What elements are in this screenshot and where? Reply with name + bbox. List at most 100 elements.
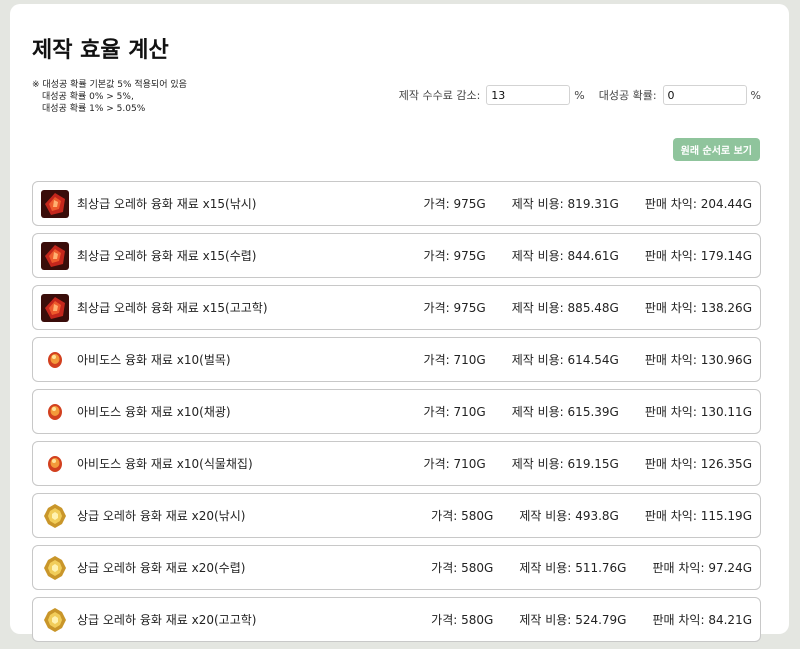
item-cost: 제작 비용: 614.54G xyxy=(512,351,619,368)
craft-item-row[interactable]: 최상급 오레하 융화 재료 x15(낚시) 가격: 975G 제작 비용: 819.… xyxy=(32,181,761,226)
craft-item-row[interactable]: 상급 오레하 융화 재료 x20(낚시) 가격: 580G 제작 비용: 493.8… xyxy=(32,493,761,538)
item-price: 가격: 580G xyxy=(431,559,493,576)
item-cost: 제작 비용: 819.31G xyxy=(512,195,619,212)
item-cost: 제작 비용: 615.39G xyxy=(512,403,619,420)
item-profit: 판매 차익: 97.24G xyxy=(652,559,752,576)
price-value: 580G xyxy=(461,613,494,627)
item-price: 가격: 580G xyxy=(431,611,493,628)
note-line: ※ 대성공 확률 기본값 5% 적용되어 있음 xyxy=(32,80,187,90)
item-profit: 판매 차익: 179.14G xyxy=(645,247,752,264)
red-fusion-icon xyxy=(41,241,69,270)
abidos-fusion-icon xyxy=(41,346,69,374)
item-name: 최상급 오레하 융화 재료 x15(고고학) xyxy=(77,301,268,315)
item-price: 가격: 710G xyxy=(424,351,486,368)
price-label: 가격: xyxy=(423,457,450,471)
cost-label: 제작 비용: xyxy=(511,353,564,367)
fee-reduction-input[interactable] xyxy=(486,85,571,105)
profit-label: 판매 차익: xyxy=(644,405,697,419)
price-value: 580G xyxy=(461,561,494,575)
profit-label: 판매 차익: xyxy=(644,457,697,471)
profit-label: 판매 차익: xyxy=(644,353,697,367)
craft-item-row[interactable]: 아비도스 융화 재료 x10(벌목) 가격: 710G 제작 비용: 614.54G… xyxy=(32,337,761,382)
item-profit: 판매 차익: 115.19G xyxy=(645,507,752,524)
item-profit: 판매 차익: 204.44G xyxy=(645,195,752,212)
cost-label: 제작 비용: xyxy=(519,509,572,523)
red-fusion-icon xyxy=(41,293,69,322)
item-name: 상급 오레하 융화 재료 x20(낚시) xyxy=(77,509,246,523)
price-value: 710G xyxy=(453,457,486,471)
item-name: 아비도스 융화 재료 x10(벌목) xyxy=(77,353,231,367)
item-cost: 제작 비용: 619.15G xyxy=(512,455,619,472)
main-panel: 제작 효율 계산 ※ 대성공 확률 기본값 5% 적용되어 있음 대성공 확률 … xyxy=(10,4,789,642)
price-label: 가격: xyxy=(423,405,450,419)
price-value: 975G xyxy=(453,249,486,263)
item-name: 상급 오레하 융화 재료 x20(수렵) xyxy=(77,561,246,575)
item-profit: 판매 차익: 84.21G xyxy=(652,611,752,628)
item-price: 가격: 975G xyxy=(424,299,486,316)
cost-label: 제작 비용: xyxy=(511,457,564,471)
craft-item-row[interactable]: 최상급 오레하 융화 재료 x15(고고학) 가격: 975G 제작 비용: 885… xyxy=(32,285,761,330)
page-title: 제작 효율 계산 xyxy=(32,38,169,63)
fee-label: 제작 수수료 감소: xyxy=(398,89,481,102)
item-profit: 판매 차익: 138.26G xyxy=(645,299,752,316)
item-cost: 제작 비용: 511.76G xyxy=(519,559,626,576)
cost-value: 614.54G xyxy=(567,353,619,367)
profit-value: 179.14G xyxy=(700,249,752,263)
craft-item-row[interactable]: 상급 오레하 융화 재료 x20(수렵) 가격: 580G 제작 비용: 511.7… xyxy=(32,545,761,590)
price-label: 가격: xyxy=(431,613,458,627)
craft-item-row[interactable]: 아비도스 융화 재료 x10(채광) 가격: 710G 제작 비용: 615.39G… xyxy=(32,389,761,434)
item-profit: 판매 차익: 130.11G xyxy=(645,403,752,420)
profit-value: 84.21G xyxy=(708,613,752,627)
price-value: 710G xyxy=(453,353,486,367)
crit-note: ※ 대성공 확률 기본값 5% 적용되어 있음 대성공 확률 0% > 5%, … xyxy=(32,79,187,115)
cost-label: 제작 비용: xyxy=(511,197,564,211)
cost-value: 524.79G xyxy=(575,613,627,627)
item-name: 최상급 오레하 융화 재료 x15(낚시) xyxy=(77,197,257,211)
gold-fusion-icon xyxy=(41,502,69,530)
profit-value: 126.35G xyxy=(700,457,752,471)
cost-value: 511.76G xyxy=(575,561,627,575)
gold-fusion-icon xyxy=(41,606,69,634)
price-label: 가격: xyxy=(423,301,450,315)
cost-label: 제작 비용: xyxy=(519,561,572,575)
cost-label: 제작 비용: xyxy=(511,249,564,263)
item-name: 최상급 오레하 융화 재료 x15(수렵) xyxy=(77,249,257,263)
profit-label: 판매 차익: xyxy=(644,301,697,315)
item-cost: 제작 비용: 844.61G xyxy=(512,247,619,264)
profit-label: 판매 차익: xyxy=(644,509,697,523)
craft-list: 최상급 오레하 융화 재료 x15(낚시) 가격: 975G 제작 비용: 819.… xyxy=(32,181,761,649)
item-name: 상급 오레하 융화 재료 x20(고고학) xyxy=(77,613,257,627)
price-value: 580G xyxy=(461,509,494,523)
item-cost: 제작 비용: 524.79G xyxy=(519,611,626,628)
crit-rate-input[interactable] xyxy=(662,85,747,105)
price-value: 710G xyxy=(453,405,486,419)
profit-value: 97.24G xyxy=(708,561,752,575)
item-cost: 제작 비용: 493.8G xyxy=(519,507,619,524)
profit-value: 204.44G xyxy=(700,197,752,211)
price-label: 가격: xyxy=(431,509,458,523)
red-fusion-icon xyxy=(41,189,69,218)
price-value: 975G xyxy=(453,301,486,315)
profit-value: 138.26G xyxy=(700,301,752,315)
cost-value: 819.31G xyxy=(567,197,619,211)
crit-label: 대성공 확률: xyxy=(598,89,657,102)
profit-label: 판매 차익: xyxy=(644,197,697,211)
item-price: 가격: 975G xyxy=(424,195,486,212)
cost-label: 제작 비용: xyxy=(511,405,564,419)
profit-value: 130.96G xyxy=(700,353,752,367)
price-label: 가격: xyxy=(423,249,450,263)
gold-fusion-icon xyxy=(41,554,69,582)
abidos-fusion-icon xyxy=(41,450,69,478)
profit-label: 판매 차익: xyxy=(652,613,705,627)
item-price: 가격: 710G xyxy=(424,455,486,472)
abidos-fusion-icon xyxy=(41,398,69,426)
craft-item-row[interactable]: 아비도스 융화 재료 x10(식물채집) 가격: 710G 제작 비용: 619.1… xyxy=(32,441,761,486)
item-cost: 제작 비용: 885.48G xyxy=(512,299,619,316)
cost-value: 844.61G xyxy=(567,249,619,263)
craft-item-row[interactable]: 상급 오레하 융화 재료 x20(고고학) 가격: 580G 제작 비용: 524.… xyxy=(32,597,761,642)
craft-item-row[interactable]: 최상급 오레하 융화 재료 x15(수렵) 가격: 975G 제작 비용: 844.… xyxy=(32,233,761,278)
original-order-button[interactable]: 원래 순서로 보기 xyxy=(672,138,760,161)
price-value: 975G xyxy=(453,197,486,211)
item-price: 가격: 975G xyxy=(424,247,486,264)
cost-value: 619.15G xyxy=(567,457,619,471)
